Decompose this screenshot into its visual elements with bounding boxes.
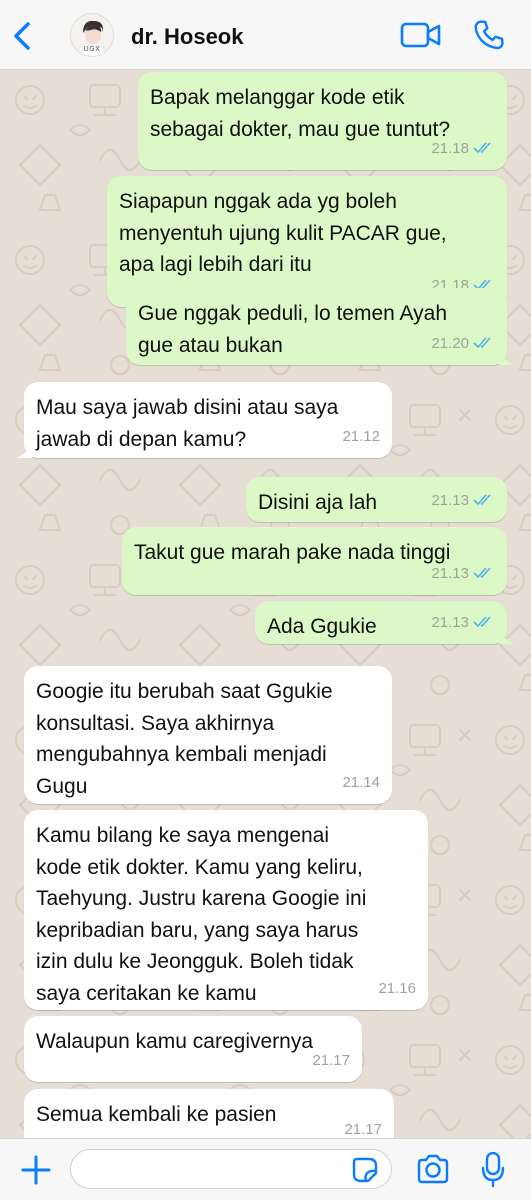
message-time: 21.14: [342, 773, 380, 791]
message-meta: 21.16: [378, 973, 416, 1005]
message-time: 21.13: [431, 564, 469, 582]
message-bubble-incoming[interactable]: Mau saya jawab disini atau saya jawab di…: [16, 382, 392, 458]
voice-call-button[interactable]: [472, 18, 506, 52]
message-bubble-outgoing[interactable]: Takut gue marah pake nada tinggi 21.13: [122, 527, 507, 595]
message-time: 21.20: [431, 334, 469, 352]
message-text: Mau saya jawab disini atau saya jawab di…: [36, 396, 339, 451]
message-bubble-incoming[interactable]: Googie itu berubah saat Ggukie konsultas…: [24, 666, 392, 804]
message-time: 21.13: [431, 613, 469, 631]
message-bubble-outgoing[interactable]: Gue nggak peduli, lo temen Ayah gue atau…: [126, 288, 515, 365]
chat-area[interactable]: Bapak melanggar kode etik sebagai dokter…: [0, 70, 531, 1138]
message-meta: 21.13: [431, 558, 495, 590]
bubble-tail: [16, 442, 32, 458]
message-bubble-outgoing[interactable]: Bapak melanggar kode etik sebagai dokter…: [138, 72, 507, 170]
video-camera-icon: [400, 22, 441, 48]
double-check-icon: [473, 616, 491, 628]
message-time: 21.16: [378, 979, 416, 997]
camera-button[interactable]: [416, 1154, 450, 1184]
message-meta: 21.20: [431, 328, 495, 360]
bubble-tail: [499, 349, 515, 365]
message-text: Walaupun kamu caregivernya: [36, 1030, 314, 1053]
message-text: Googie itu berubah saat Ggukie konsultas…: [36, 680, 333, 798]
message-meta: 21.13: [431, 607, 495, 639]
plus-icon: [21, 1155, 51, 1185]
video-call-button[interactable]: [400, 20, 442, 50]
message-time: 21.17: [344, 1120, 382, 1138]
back-button[interactable]: [8, 20, 38, 52]
microphone-button[interactable]: [481, 1151, 505, 1188]
message-meta: 21.17: [312, 1045, 350, 1077]
contact-name[interactable]: dr. Hoseok: [131, 24, 243, 50]
bubble-tail: [499, 628, 515, 644]
message-text: Kamu bilang ke saya mengenai kode etik d…: [36, 824, 367, 1005]
message-bubble-incoming[interactable]: Semua kembali ke pasien 21.17: [24, 1089, 394, 1138]
message-meta: 21.14: [342, 767, 380, 799]
message-bubble-incoming[interactable]: Walaupun kamu caregivernya 21.17: [24, 1016, 362, 1082]
sticker-button[interactable]: [352, 1157, 378, 1183]
message-text: Siapapun nggak ada yg boleh menyentuh uj…: [119, 190, 447, 276]
sticker-icon: [352, 1157, 378, 1183]
attach-button[interactable]: [20, 1154, 52, 1186]
message-text: Semua kembali ke pasien: [36, 1103, 277, 1126]
message-meta: 21.12: [342, 421, 380, 453]
message-bubble-outgoing[interactable]: Disini aja lah 21.13: [246, 477, 507, 522]
message-bubble-incoming[interactable]: Kamu bilang ke saya mengenai kode etik d…: [24, 810, 428, 1010]
double-check-icon: [473, 142, 491, 154]
message-input[interactable]: [70, 1149, 392, 1189]
microphone-icon: [481, 1151, 505, 1188]
double-check-icon: [473, 337, 491, 349]
message-meta: 21.13: [431, 485, 495, 517]
message-time: 21.17: [312, 1051, 350, 1069]
chevron-left-icon: [14, 22, 30, 50]
message-meta: 21.18: [431, 133, 495, 165]
composer-bar: [0, 1138, 531, 1200]
double-check-icon: [473, 567, 491, 579]
message-time: 21.13: [431, 491, 469, 509]
message-bubble-outgoing[interactable]: Ada Ggukie 21.13: [255, 601, 515, 644]
avatar[interactable]: UGX: [70, 13, 114, 57]
double-check-icon: [473, 494, 491, 506]
message-meta: 21.17: [344, 1114, 382, 1139]
phone-icon: [474, 20, 504, 50]
avatar-caption: UGX: [83, 45, 101, 53]
message-time: 21.18: [431, 139, 469, 157]
camera-icon: [417, 1154, 449, 1184]
message-time: 21.12: [342, 427, 380, 445]
chat-header: UGX dr. Hoseok: [0, 0, 531, 70]
